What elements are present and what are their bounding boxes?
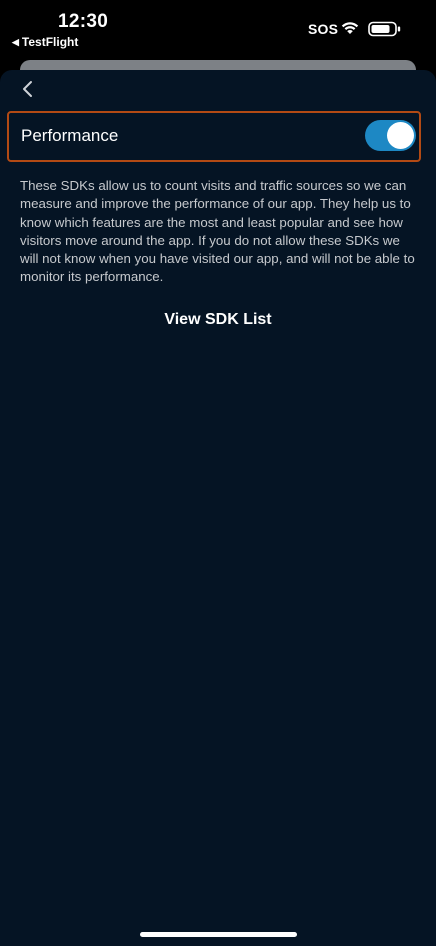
- status-time: 12:30: [58, 11, 109, 32]
- performance-settings-sheet: Performance These SDKs allow us to count…: [0, 70, 436, 946]
- performance-toggle[interactable]: [365, 120, 416, 151]
- back-app-label: TestFlight: [21, 35, 79, 49]
- performance-row: Performance: [7, 111, 421, 162]
- view-sdk-list-button[interactable]: View SDK List: [0, 311, 436, 329]
- back-triangle-icon: ◀: [12, 36, 19, 47]
- battery-icon: [368, 21, 401, 37]
- toggle-knob: [387, 122, 414, 149]
- status-bar: 12:30 ◀ TestFlight SOS: [0, 0, 436, 60]
- carrier-status: SOS: [308, 21, 339, 37]
- wifi-icon: [341, 22, 359, 34]
- home-indicator[interactable]: [140, 932, 297, 937]
- chevron-left-icon[interactable]: [20, 80, 36, 98]
- back-to-app-link[interactable]: ◀ TestFlight: [12, 35, 78, 49]
- performance-description: These SDKs allow us to count visits and …: [20, 178, 415, 285]
- performance-label: Performance: [21, 126, 119, 145]
